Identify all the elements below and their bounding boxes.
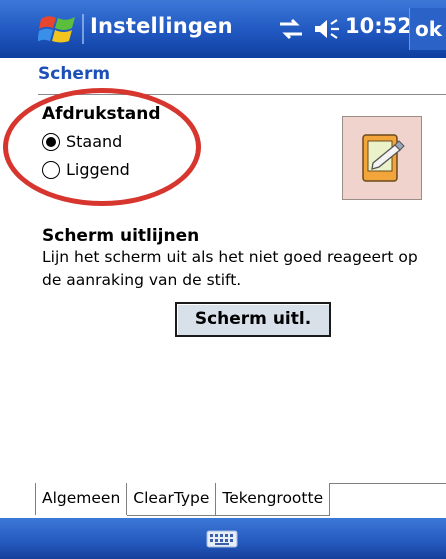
connectivity-icon[interactable] — [276, 16, 306, 42]
title-bar: Instellingen 10:52 ok — [0, 0, 446, 58]
volume-icon[interactable] — [312, 16, 342, 42]
tab-cleartype[interactable]: ClearType — [127, 483, 217, 516]
keyboard-icon[interactable] — [206, 530, 238, 548]
ok-button[interactable]: ok — [409, 8, 446, 50]
device-pen-icon — [362, 134, 405, 182]
windows-start-icon[interactable] — [38, 10, 78, 46]
align-screen-button[interactable]: Scherm uitl. — [175, 302, 331, 337]
tab-text-size[interactable]: Tekengrootte — [216, 483, 331, 516]
tab-general[interactable]: Algemeen — [35, 483, 128, 515]
page-title: Scherm — [38, 64, 111, 84]
title-separator — [82, 14, 84, 44]
menu-bar — [0, 518, 446, 559]
tab-bar: Algemeen ClearType Tekengrootte — [35, 483, 331, 516]
align-description: Lijn het scherm uit als het niet goed re… — [42, 248, 418, 289]
orientation-preview — [342, 116, 422, 200]
clock[interactable]: 10:52 — [345, 14, 412, 38]
app-title[interactable]: Instellingen — [90, 14, 233, 38]
align-heading: Scherm uitlijnen — [42, 226, 200, 246]
annotation-ellipse — [3, 88, 201, 206]
